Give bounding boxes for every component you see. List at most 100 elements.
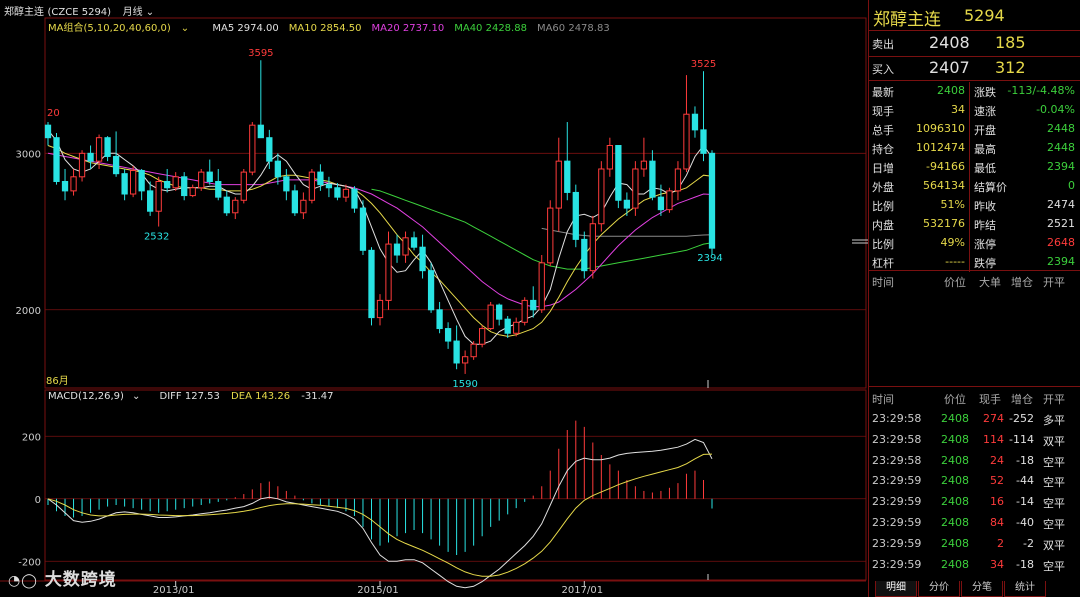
candle-body[interactable] xyxy=(121,173,128,195)
candle-body[interactable] xyxy=(683,113,690,170)
candle-body[interactable] xyxy=(112,155,120,175)
candle-body[interactable] xyxy=(402,237,409,256)
candle-body[interactable] xyxy=(708,152,716,249)
candle-body[interactable] xyxy=(78,152,86,178)
candle-body[interactable] xyxy=(385,243,392,301)
candle-body[interactable] xyxy=(632,168,639,209)
candle-body[interactable] xyxy=(206,171,213,182)
candle-body[interactable] xyxy=(513,321,520,334)
candle-body[interactable] xyxy=(198,171,205,189)
candle-body[interactable] xyxy=(496,304,503,320)
candle-body[interactable] xyxy=(189,187,196,197)
candle-body[interactable] xyxy=(461,356,469,364)
candle-body[interactable] xyxy=(223,196,230,214)
candle-body[interactable] xyxy=(283,176,290,192)
trade-row[interactable]: 23:29:58 2408 24 -18 空平 xyxy=(869,452,1080,471)
trade-row[interactable]: 23:29:59 2408 52 -44 空平 xyxy=(869,472,1080,491)
chart-canvas[interactable]: 200030002000-2002013/01 2015/01 2017/0186月… xyxy=(0,0,868,597)
candle-body[interactable] xyxy=(61,180,69,192)
candle-body[interactable] xyxy=(479,328,486,345)
candle-body[interactable] xyxy=(257,124,264,139)
candle-body[interactable] xyxy=(453,340,460,364)
candle-body[interactable] xyxy=(555,160,562,209)
candle-body[interactable] xyxy=(547,207,554,264)
candle-body[interactable] xyxy=(232,199,239,214)
candle-body[interactable] xyxy=(572,191,579,240)
tab-0[interactable]: 明细 xyxy=(875,581,917,597)
candle-body[interactable] xyxy=(623,199,631,209)
candle-body[interactable] xyxy=(410,237,418,248)
candle-body[interactable] xyxy=(640,160,648,170)
candle-body[interactable] xyxy=(70,176,77,192)
quote-value: 49% xyxy=(940,236,965,249)
candle-body[interactable] xyxy=(606,145,613,170)
candle-body[interactable] xyxy=(129,170,137,195)
ma-settings-button[interactable]: MA组合(5,10,20,40,60,0) ⌄ xyxy=(48,23,199,34)
candle-body[interactable] xyxy=(598,168,605,225)
candle-body[interactable] xyxy=(368,249,375,319)
candle-body[interactable] xyxy=(44,124,52,139)
candle-body[interactable] xyxy=(700,129,707,154)
candle-body[interactable] xyxy=(164,180,171,189)
candle-body[interactable] xyxy=(291,190,299,214)
candle-body[interactable] xyxy=(581,238,588,272)
candle-body[interactable] xyxy=(530,299,537,311)
candle-body[interactable] xyxy=(359,207,367,251)
trade-row[interactable]: 23:29:58 2408 114 -114 双平 xyxy=(869,431,1080,450)
candle-body[interactable] xyxy=(419,246,426,272)
candle-body[interactable] xyxy=(615,145,622,201)
candle-body[interactable] xyxy=(325,184,333,189)
futures-chart-window: 2000 3000 200 0 -200 2013/01 2015/01 2017/01 86月… xyxy=(0,0,1080,597)
bid-row[interactable]: 买入 2407 312 xyxy=(869,58,1080,80)
candle-body[interactable] xyxy=(487,304,494,330)
candle-body[interactable] xyxy=(393,243,401,256)
trade-row[interactable]: 23:29:59 2408 2 -2 双平 xyxy=(869,535,1080,554)
trade-row[interactable]: 23:29:59 2408 34 -18 空平 xyxy=(869,556,1080,575)
candle-body[interactable] xyxy=(215,180,222,198)
candle-body[interactable] xyxy=(181,176,188,197)
candle-body[interactable] xyxy=(342,188,350,198)
candle-body[interactable] xyxy=(427,270,435,311)
candle-body[interactable] xyxy=(334,187,341,198)
candle-body[interactable] xyxy=(172,176,179,189)
quote-row: 内盘 532176 昨结 2521 xyxy=(869,215,1080,234)
candle-body[interactable] xyxy=(138,170,145,192)
candle-body[interactable] xyxy=(521,299,528,323)
candle-body[interactable] xyxy=(470,343,477,358)
candle-body[interactable] xyxy=(266,137,273,162)
candle-body[interactable] xyxy=(376,299,384,319)
tab-1[interactable]: 分价 xyxy=(918,581,960,597)
macd-settings-button[interactable]: MACD(12,26,9) ⌄ xyxy=(48,391,148,402)
trade-row[interactable]: 23:29:59 2408 84 -40 空平 xyxy=(869,514,1080,533)
candle-body[interactable] xyxy=(649,160,656,198)
candle-body[interactable] xyxy=(53,137,60,182)
candle-body[interactable] xyxy=(436,309,443,330)
period-selector[interactable]: 月线 ⌄ xyxy=(123,7,155,18)
candle-body[interactable] xyxy=(95,137,103,162)
candle-body[interactable] xyxy=(657,196,665,211)
candle-body[interactable] xyxy=(240,171,247,201)
candle-body[interactable] xyxy=(691,113,699,131)
candle-body[interactable] xyxy=(504,318,511,334)
candle-body[interactable] xyxy=(317,171,324,186)
ask-row[interactable]: 卖出 2408 185 xyxy=(869,33,1080,55)
candle-body[interactable] xyxy=(147,190,154,212)
candle-body[interactable] xyxy=(444,328,452,342)
candle-body[interactable] xyxy=(589,223,596,272)
tab-3[interactable]: 统计 xyxy=(1004,581,1046,597)
candle-body[interactable] xyxy=(274,160,281,178)
candle-body[interactable] xyxy=(308,171,316,201)
candle-body[interactable] xyxy=(538,262,545,311)
candle-body[interactable] xyxy=(104,137,111,157)
candle-body[interactable] xyxy=(249,124,256,173)
candle-body[interactable] xyxy=(564,160,571,193)
candle-body[interactable] xyxy=(666,190,673,211)
trade-row[interactable]: 23:29:58 2408 274 -252 多平 xyxy=(869,410,1080,429)
candle-body[interactable] xyxy=(674,168,682,192)
candle-body[interactable] xyxy=(300,199,307,214)
tab-2[interactable]: 分笔 xyxy=(961,581,1003,597)
candle-body[interactable] xyxy=(155,180,162,212)
trade-row[interactable]: 23:29:59 2408 16 -14 空平 xyxy=(869,493,1080,512)
candle-body[interactable] xyxy=(351,188,358,209)
candle-body[interactable] xyxy=(87,152,94,162)
